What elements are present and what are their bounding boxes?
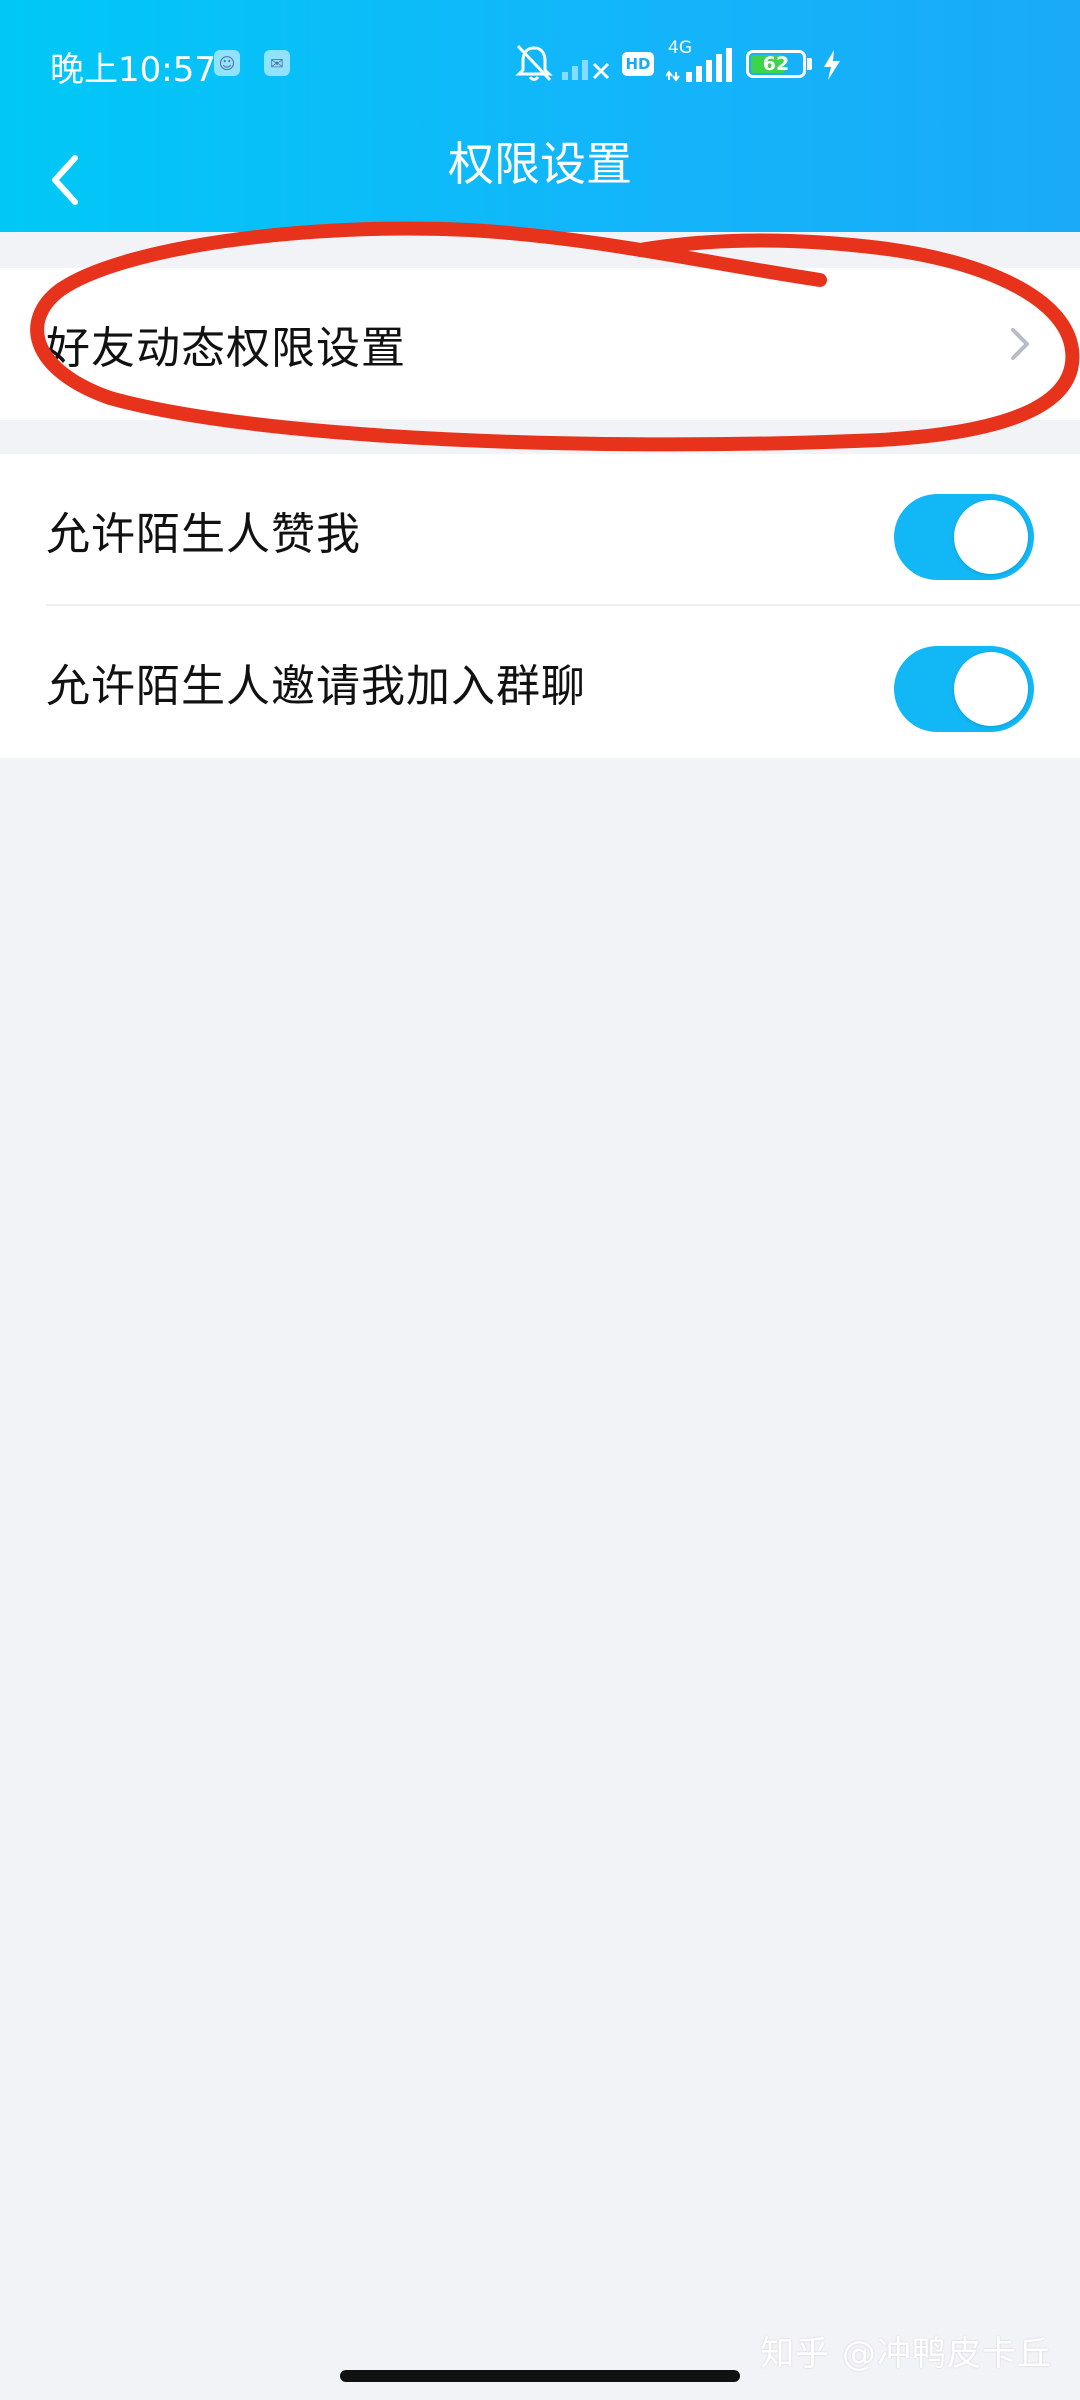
app-notification-icon: ✉ <box>264 50 290 76</box>
navigation-bar: 权限设置 <box>0 130 1080 230</box>
allow-stranger-likes-toggle[interactable] <box>894 494 1034 580</box>
settings-row-label: 好友动态权限设置 <box>46 323 406 374</box>
battery-icon: 62 <box>746 50 806 78</box>
bell-off-icon <box>515 44 553 82</box>
settings-row-friend-feed-permissions[interactable]: 好友动态权限设置 <box>0 268 1080 420</box>
home-indicator[interactable] <box>340 2370 740 2382</box>
battery-tip <box>807 58 812 70</box>
page-title: 权限设置 <box>448 137 632 191</box>
hd-badge: HD <box>622 52 654 76</box>
status-bar: 晚上10:57 ☺ ✉ HD 4G 62 <box>0 0 1080 130</box>
settings-group-stranger-permissions: 允许陌生人赞我 允许陌生人邀请我加入群聊 <box>0 454 1080 758</box>
chevron-right-icon <box>1011 328 1029 360</box>
toggle-knob <box>954 652 1028 726</box>
app-header: 晚上10:57 ☺ ✉ HD 4G 62 权限设置 <box>0 0 1080 232</box>
allow-stranger-group-invite-toggle[interactable] <box>894 646 1034 732</box>
settings-row-label: 允许陌生人邀请我加入群聊 <box>46 661 586 712</box>
settings-row-allow-stranger-likes: 允许陌生人赞我 <box>0 454 1080 606</box>
toggle-knob <box>954 500 1028 574</box>
battery-level-text: 62 <box>762 53 790 75</box>
settings-row-label: 允许陌生人赞我 <box>46 509 361 560</box>
settings-row-allow-stranger-group-invite: 允许陌生人邀请我加入群聊 <box>0 606 1080 758</box>
app-notification-icon: ☺ <box>214 50 240 76</box>
watermark: 知乎 @冲鸭皮卡丘 <box>760 2334 1052 2374</box>
signal-strong-icon <box>666 48 732 82</box>
signal-weak-icon <box>562 60 610 80</box>
status-time: 晚上10:57 <box>50 50 216 90</box>
charging-bolt-icon <box>824 50 840 80</box>
settings-group-friends-feed: 好友动态权限设置 <box>0 268 1080 420</box>
